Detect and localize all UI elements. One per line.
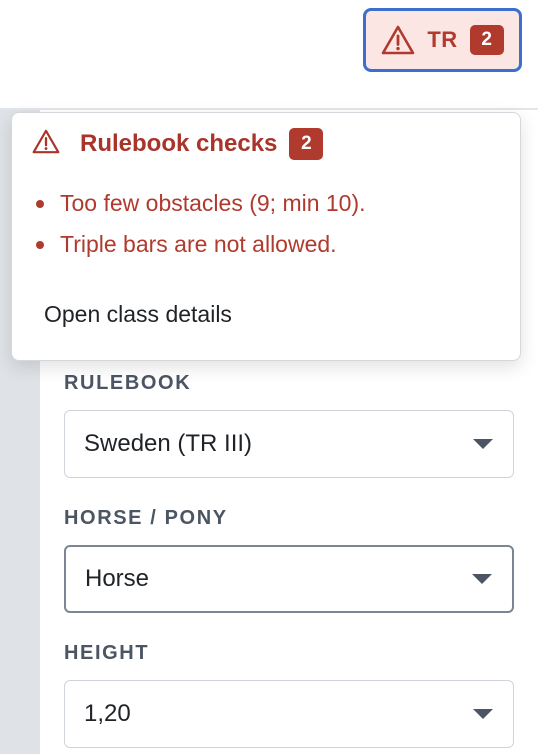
chevron-down-icon xyxy=(473,709,493,719)
rulebook-label: RULEBOOK xyxy=(64,372,192,394)
rulebook-checks-popover: Rulebook checks 2 Too few obstacles (9; … xyxy=(11,112,521,361)
warning-triangle-icon xyxy=(32,129,60,159)
rulebook-select-value: Sweden (TR III) xyxy=(84,430,253,457)
issue-item: Triple bars are not allowed. xyxy=(36,224,366,265)
issue-text: Triple bars are not allowed. xyxy=(60,231,337,257)
open-class-details-link[interactable]: Open class details xyxy=(44,301,232,328)
height-label: HEIGHT xyxy=(64,642,150,664)
popover-header: Rulebook checks 2 xyxy=(32,128,324,160)
horse-pony-select[interactable]: Horse xyxy=(64,545,514,613)
rulebook-code-label: TR xyxy=(427,27,458,52)
popover-title: Rulebook checks xyxy=(80,130,278,157)
warning-triangle-icon xyxy=(381,25,415,55)
bullet-icon xyxy=(36,199,44,208)
horse-pony-select-value: Horse xyxy=(85,565,150,592)
rulebook-warnings-button[interactable]: TR 2 xyxy=(363,8,522,72)
height-select[interactable]: 1,20 xyxy=(64,680,514,748)
warning-count-badge: 2 xyxy=(469,25,504,55)
rulebook-select[interactable]: Sweden (TR III) xyxy=(64,410,514,478)
issue-list: Too few obstacles (9; min 10). Triple ba… xyxy=(36,183,366,265)
bullet-icon xyxy=(36,240,44,249)
chevron-down-icon xyxy=(473,439,493,449)
chevron-down-icon xyxy=(472,574,492,584)
popover-count-badge: 2 xyxy=(289,128,324,160)
horse-pony-label: HORSE / PONY xyxy=(64,507,228,529)
height-select-value: 1,20 xyxy=(84,700,131,727)
issue-text: Too few obstacles (9; min 10). xyxy=(60,190,366,216)
issue-item: Too few obstacles (9; min 10). xyxy=(36,183,366,224)
